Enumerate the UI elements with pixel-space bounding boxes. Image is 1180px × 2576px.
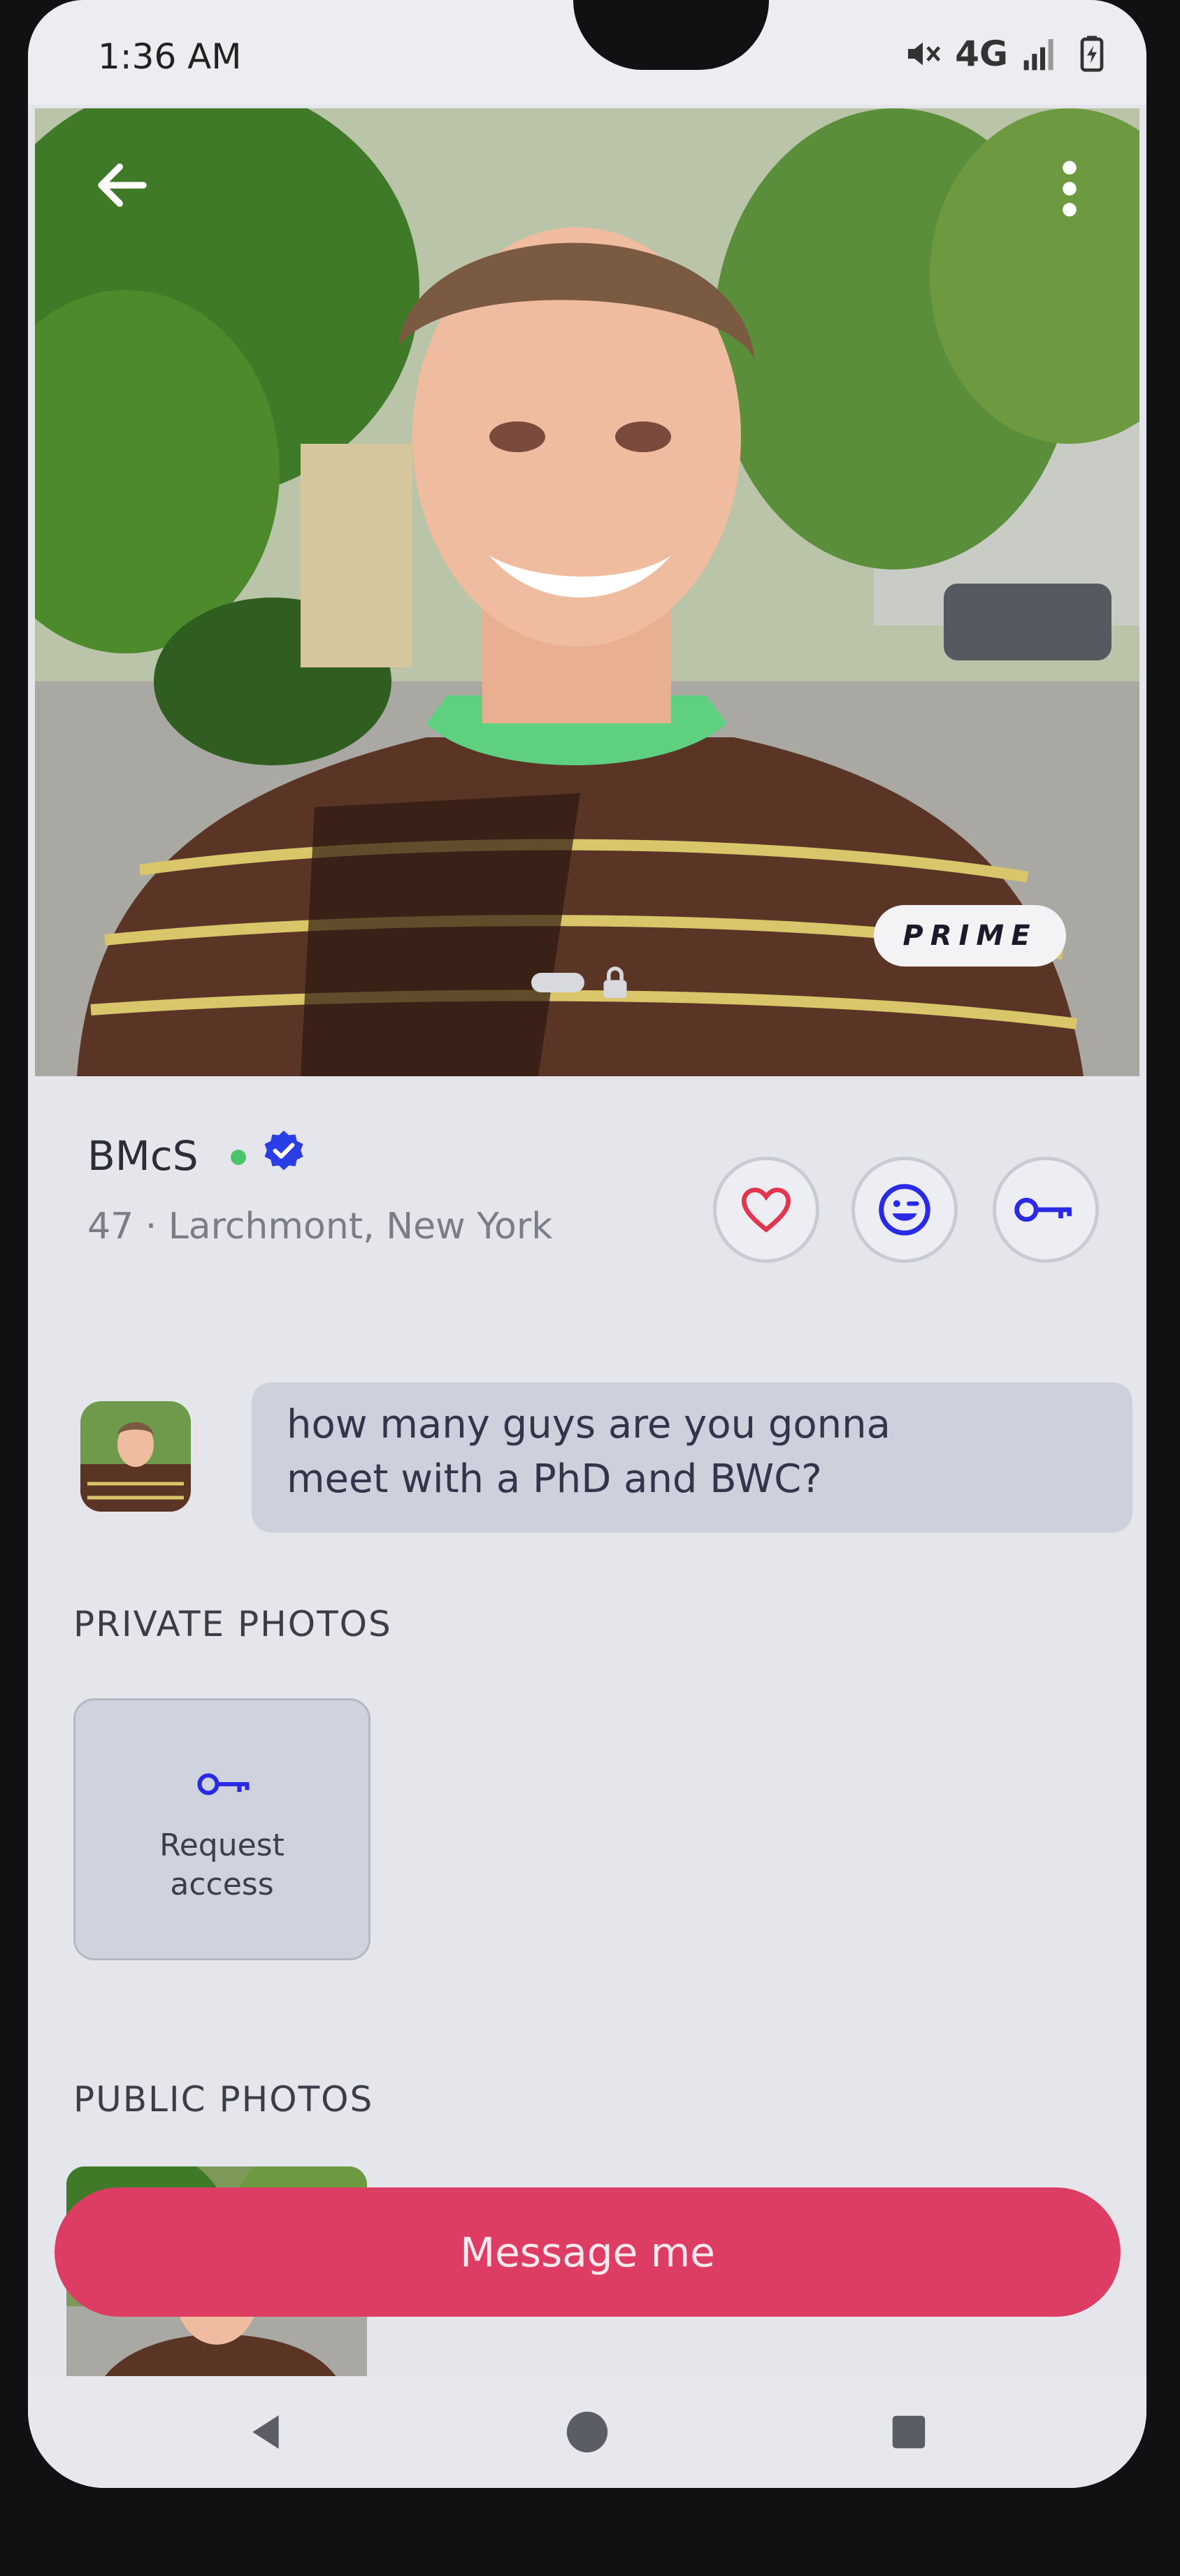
request-access-line-1: Request — [159, 1828, 285, 1863]
android-nav-bar — [28, 2376, 1146, 2488]
wink-button[interactable] — [851, 1157, 958, 1263]
signal-icon — [1023, 39, 1053, 71]
network-type: 4G — [955, 34, 1008, 74]
battery-icon — [1080, 36, 1104, 72]
message-bubble: how many guys are you gonna meet with a … — [252, 1382, 1132, 1533]
camera-notch — [573, 0, 769, 70]
message-me-button[interactable]: Message me — [55, 2187, 1121, 2317]
status-bar: 1:36 AM 4G — [28, 0, 1146, 105]
key-icon — [1014, 1197, 1072, 1222]
request-access-label: Request access — [75, 1826, 368, 1904]
avatar-image — [80, 1401, 191, 1512]
public-photos-heading: PUBLIC PHOTOS — [73, 2079, 374, 2120]
message-line-2: meet with a PhD and BWC? — [287, 1456, 822, 1502]
verified-badge-icon — [264, 1130, 303, 1171]
nav-home-button[interactable] — [559, 2404, 615, 2460]
heart-icon — [741, 1187, 791, 1233]
nav-home-icon — [566, 2411, 608, 2453]
phone-screen: 1:36 AM 4G PRIME BMcS 47 · Larchmont, Ne… — [28, 0, 1146, 2488]
request-access-line-2: access — [170, 1867, 274, 1902]
like-button[interactable] — [713, 1157, 819, 1263]
nav-recents-icon — [892, 2415, 926, 2449]
prime-badge: PRIME — [874, 905, 1066, 967]
private-photos-heading: PRIVATE PHOTOS — [73, 1604, 392, 1644]
key-request-button[interactable] — [993, 1157, 1099, 1263]
wink-icon — [879, 1184, 930, 1236]
lock-icon[interactable] — [600, 964, 631, 1001]
nav-back-icon — [252, 2415, 279, 2449]
request-access-button[interactable]: Request access — [73, 1698, 370, 1960]
nav-recents-button[interactable] — [881, 2404, 937, 2460]
online-status-indicator — [231, 1150, 246, 1165]
more-options-icon[interactable] — [1056, 157, 1084, 220]
sender-avatar[interactable] — [80, 1401, 191, 1512]
photo-pager[interactable] — [531, 964, 631, 1001]
pager-dot-active[interactable] — [531, 973, 584, 992]
profile-age-location: 47 · Larchmont, New York — [87, 1206, 553, 1247]
status-indicators: 4G — [903, 34, 1111, 74]
status-time: 1:36 AM — [98, 36, 242, 77]
message-line-1: how many guys are you gonna — [287, 1402, 891, 1447]
back-arrow-icon[interactable] — [91, 154, 154, 217]
mute-icon — [908, 42, 941, 66]
key-icon — [197, 1773, 250, 1795]
nav-back-button[interactable] — [238, 2404, 294, 2460]
profile-name: BMcS — [87, 1132, 199, 1180]
